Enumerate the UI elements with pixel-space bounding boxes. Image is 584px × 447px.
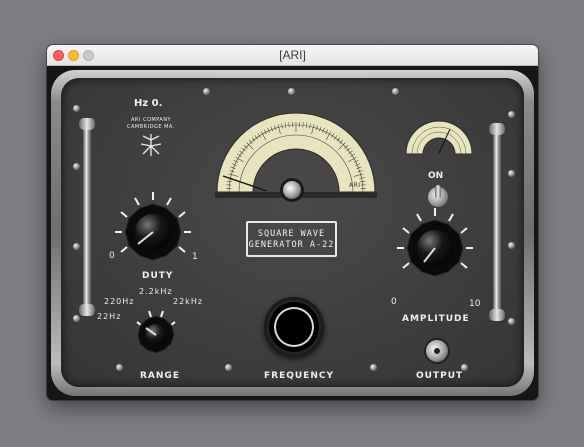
range-selector-knob[interactable] xyxy=(130,308,182,360)
window-title: [ARI] xyxy=(279,48,306,62)
app-window: [ARI] Hz 0. ARI COMPANY CAMBRIDGE MA. AR… xyxy=(47,45,538,400)
range-option-220hz[interactable]: 220Hz xyxy=(104,297,134,306)
right-handle xyxy=(488,123,506,323)
duty-label: DUTY xyxy=(142,271,174,281)
chrome-bezel: Hz 0. ARI COMPANY CAMBRIDGE MA. ARI ON 0… xyxy=(51,70,534,396)
dial-fine-tune-knob[interactable] xyxy=(283,181,301,199)
frequency-readout: Hz 0. xyxy=(134,98,163,109)
panel-screw xyxy=(508,318,515,325)
panel-screw xyxy=(203,88,210,95)
duty-min-label: 0 xyxy=(109,251,115,261)
amplitude-meter xyxy=(405,120,473,155)
amplitude-knob-graphic xyxy=(397,208,473,277)
amplitude-min-label: 0 xyxy=(391,297,397,307)
ari-logo-icon xyxy=(140,134,162,156)
panel-screw xyxy=(73,105,80,112)
left-handle xyxy=(78,118,96,318)
frequency-knob[interactable] xyxy=(264,297,324,357)
panel-screw xyxy=(225,364,232,371)
range-option-2-2khz[interactable]: 2.2kHz xyxy=(139,287,173,296)
company-location: CAMBRIDGE MA. xyxy=(127,124,175,130)
panel-screw xyxy=(370,364,377,371)
range-option-22khz[interactable]: 22kHz xyxy=(173,297,203,306)
generator-plate: SQUARE WAVE GENERATOR A-22 xyxy=(246,221,337,257)
panel-screw xyxy=(508,170,515,177)
panel-screw xyxy=(461,364,468,371)
range-label: RANGE xyxy=(140,371,180,381)
front-panel: Hz 0. ARI COMPANY CAMBRIDGE MA. ARI ON 0… xyxy=(61,78,524,387)
panel-screw xyxy=(116,364,123,371)
amplitude-max-label: 10 xyxy=(469,299,481,309)
duty-knob[interactable] xyxy=(111,190,195,274)
dial-brand-mark: ARI xyxy=(349,182,361,189)
range-option-22hz[interactable]: 22Hz xyxy=(97,312,121,321)
amplitude-label: AMPLITUDE xyxy=(402,314,470,324)
range-knob-graphic xyxy=(136,310,176,354)
title-bar: [ARI] xyxy=(47,45,538,66)
panel-screw xyxy=(288,88,295,95)
panel-screw xyxy=(392,88,399,95)
generator-line1: SQUARE WAVE xyxy=(257,229,326,239)
generator-line2: GENERATOR A-22 xyxy=(248,240,335,250)
frequency-label: FREQUENCY xyxy=(264,371,334,381)
company-name: ARI COMPANY xyxy=(131,117,172,123)
power-toggle-lever xyxy=(435,185,441,199)
panel-screw xyxy=(508,111,515,118)
plugin-content: Hz 0. ARI COMPANY CAMBRIDGE MA. ARI ON 0… xyxy=(47,66,538,400)
duty-knob-graphic xyxy=(115,192,191,261)
power-label: ON xyxy=(428,171,444,181)
frequency-knob-cap xyxy=(276,309,312,345)
output-jack-hole xyxy=(434,348,440,354)
duty-max-label: 1 xyxy=(192,252,198,262)
output-jack[interactable] xyxy=(426,340,448,362)
panel-screw xyxy=(508,242,515,249)
power-toggle[interactable] xyxy=(428,185,448,207)
output-label: OUTPUT xyxy=(416,371,464,381)
amplitude-knob[interactable] xyxy=(393,206,477,290)
